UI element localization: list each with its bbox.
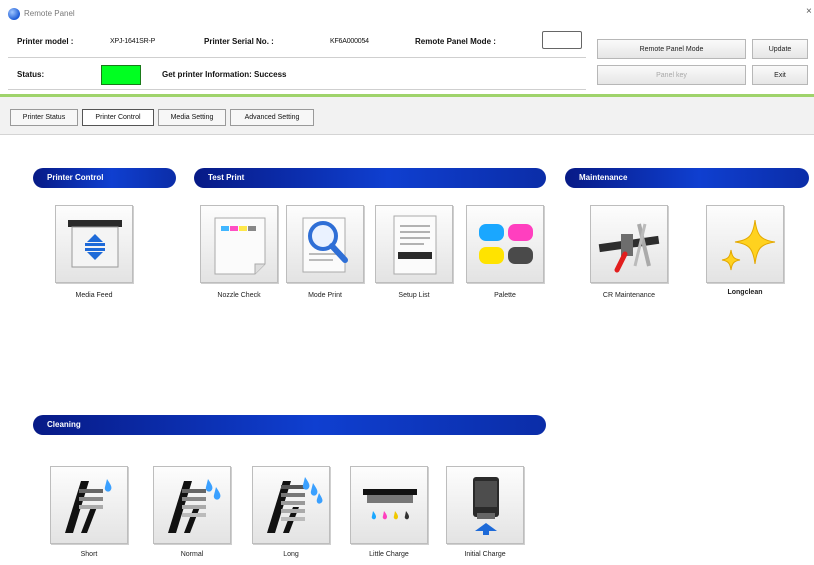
setup-list-icon: [393, 215, 437, 275]
exit-button[interactable]: Exit: [752, 65, 808, 85]
tab-media-setting[interactable]: Media Setting: [158, 109, 226, 126]
little-charge-icon: [363, 489, 417, 520]
printer-model-value: XPJ-1641SR-P: [110, 38, 156, 45]
close-icon[interactable]: ×: [806, 6, 812, 17]
cleaning-long-icon: [267, 477, 323, 533]
cleaning-short-icon: [65, 479, 112, 533]
status-divider: [8, 89, 586, 90]
initial-charge-button[interactable]: [446, 466, 524, 544]
media-feed-button[interactable]: [55, 205, 133, 283]
sparkle-icon: [721, 219, 776, 271]
palette-label: Palette: [494, 292, 516, 299]
remote-panel-mode-field: [542, 31, 582, 49]
palette-icon: [479, 224, 533, 264]
tab-printer-status[interactable]: Printer Status: [10, 109, 78, 126]
cleaning-short-label: Short: [80, 551, 98, 558]
app-logo-icon: [8, 8, 20, 20]
nozzle-check-icon: [214, 217, 266, 275]
cr-maintenance-icon: [598, 223, 660, 273]
section-test-print: Test Print: [194, 168, 546, 188]
remote-panel-mode-button[interactable]: Remote Panel Mode: [597, 39, 746, 59]
little-charge-button[interactable]: [350, 466, 428, 544]
cleaning-normal-icon: [168, 479, 221, 533]
cr-maintenance-button[interactable]: [590, 205, 668, 283]
panel-key-button[interactable]: Panel key: [597, 65, 746, 85]
window-title: Remote Panel: [24, 9, 75, 18]
remote-panel-mode-label: Remote Panel Mode :: [415, 37, 496, 46]
mode-print-icon: [302, 217, 348, 273]
cr-maintenance-label: CR Maintenance: [602, 292, 656, 299]
update-button[interactable]: Update: [752, 39, 808, 59]
status-indicator: [101, 65, 141, 85]
tab-printer-control[interactable]: Printer Control: [82, 109, 154, 126]
serial-label: Printer Serial No. :: [204, 37, 274, 46]
media-feed-label: Media Feed: [75, 292, 113, 299]
cleaning-short-button[interactable]: [50, 466, 128, 544]
section-maintenance: Maintenance: [565, 168, 809, 188]
section-printer-control: Printer Control: [33, 168, 176, 188]
status-label: Status:: [17, 70, 45, 79]
setup-list-button[interactable]: [375, 205, 453, 283]
printer-model-label: Printer model :: [17, 37, 74, 46]
initial-charge-icon: [473, 477, 499, 535]
tab-strip: Printer Status Printer Control Media Set…: [0, 97, 814, 135]
section-cleaning: Cleaning: [33, 415, 546, 435]
mode-print-button[interactable]: [286, 205, 364, 283]
media-feed-icon: [68, 220, 122, 268]
cleaning-normal-button[interactable]: [153, 466, 231, 544]
nozzle-check-button[interactable]: [200, 205, 278, 283]
status-text: Get printer Information: Success: [162, 70, 287, 79]
tab-advanced-setting[interactable]: Advanced Setting: [230, 109, 314, 126]
little-charge-label: Little Charge: [369, 551, 409, 558]
palette-button[interactable]: [466, 205, 544, 283]
title-bar: Remote Panel ×: [0, 0, 814, 26]
longclean-label: Longclean: [727, 289, 763, 296]
initial-charge-label: Initial Charge: [464, 551, 506, 558]
longclean-button[interactable]: [706, 205, 784, 283]
serial-value: KF6A000054: [330, 38, 369, 45]
cleaning-long-button[interactable]: [252, 466, 330, 544]
header-divider: [8, 57, 586, 58]
cleaning-normal-label: Normal: [180, 551, 204, 558]
cleaning-long-label: Long: [283, 551, 299, 558]
